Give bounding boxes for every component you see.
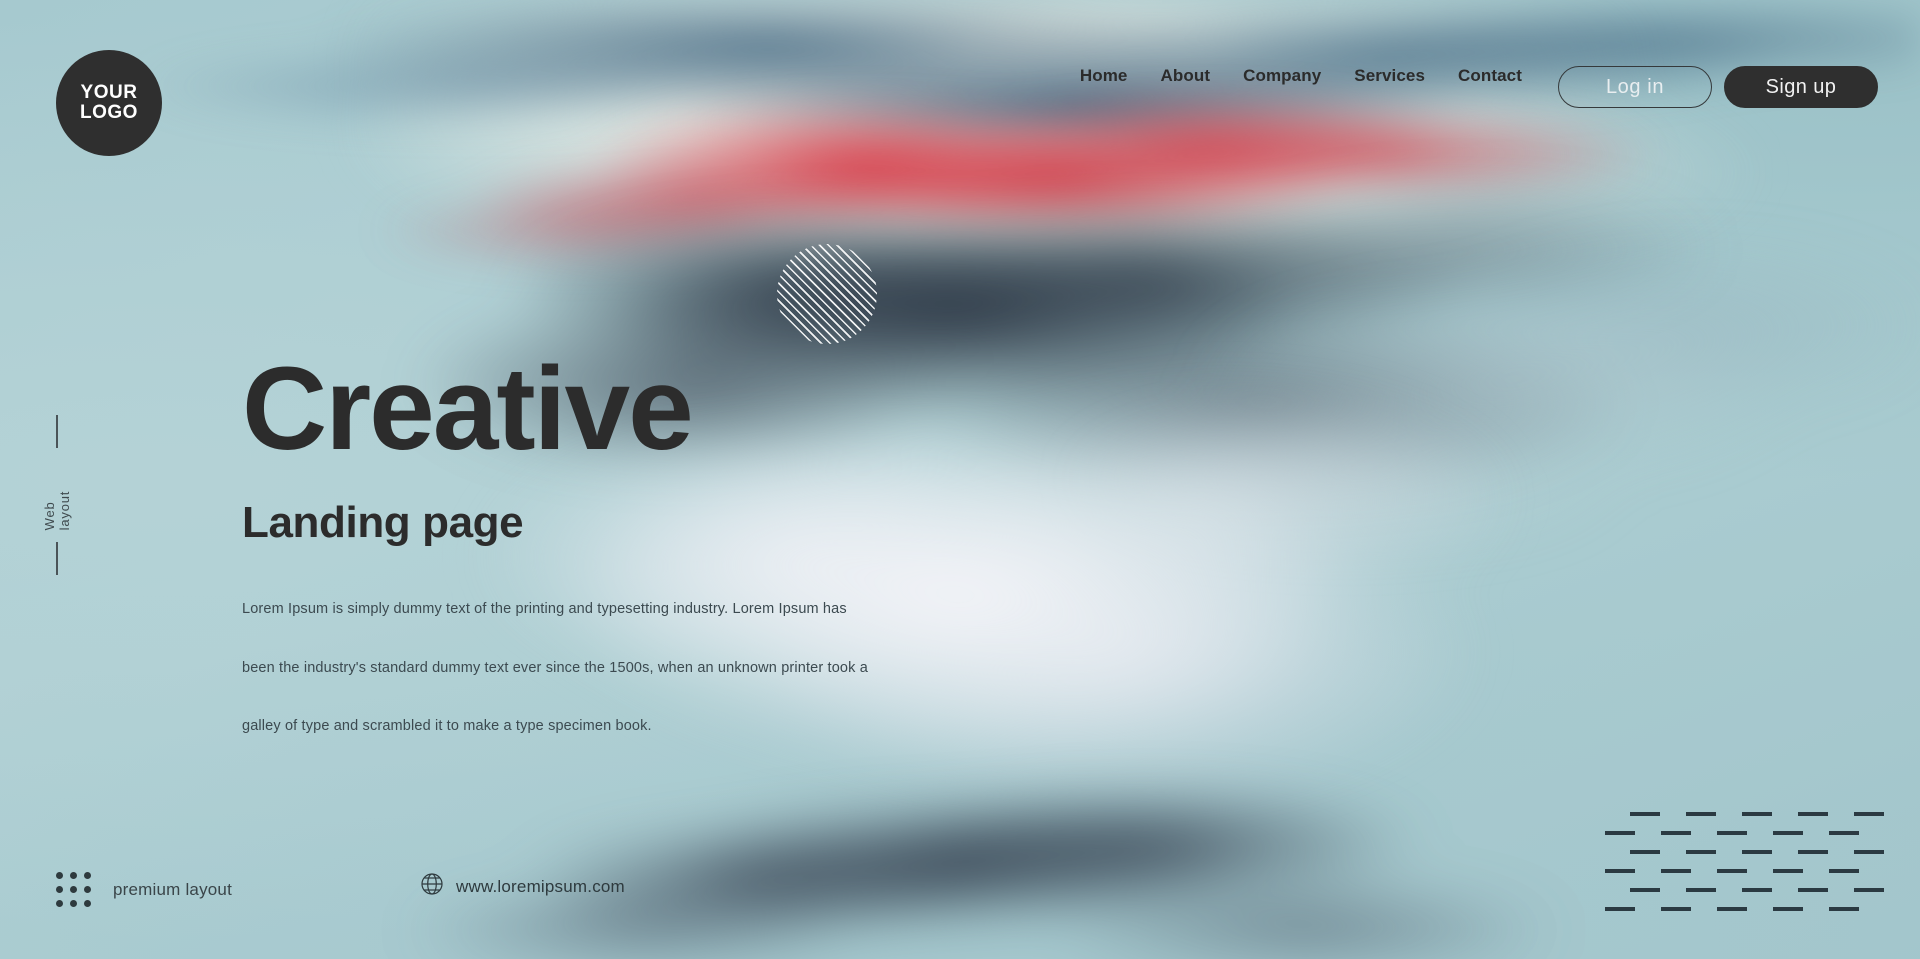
hero-paragraph-1: Lorem Ipsum is simply dummy text of the … bbox=[242, 601, 847, 617]
logo[interactable]: YOUR LOGO bbox=[56, 50, 162, 156]
landing-page-canvas: YOUR LOGO Home About Company Services Co… bbox=[0, 0, 1920, 959]
side-label-text: Web layout bbox=[42, 490, 72, 531]
dash-pattern-decoration bbox=[1605, 812, 1884, 911]
website-link[interactable]: www.loremipsum.com bbox=[420, 872, 625, 901]
dash-row bbox=[1630, 850, 1884, 854]
striped-circle-icon bbox=[777, 244, 877, 344]
signup-button[interactable]: Sign up bbox=[1724, 66, 1878, 108]
dash-row bbox=[1605, 907, 1884, 911]
nav-item-company[interactable]: Company bbox=[1243, 66, 1321, 86]
premium-layout-label: premium layout bbox=[113, 879, 233, 899]
login-button[interactable]: Log in bbox=[1558, 66, 1712, 108]
page-title: Creative bbox=[242, 343, 694, 475]
main-navigation: Home About Company Services Contact bbox=[1080, 66, 1522, 86]
dot-grid-icon bbox=[56, 872, 91, 907]
side-label-dash-bottom bbox=[56, 542, 58, 575]
logo-line-2: LOGO bbox=[80, 102, 138, 123]
auth-button-group: Log in Sign up bbox=[1558, 66, 1878, 108]
page-subtitle: Landing page bbox=[242, 498, 524, 547]
globe-icon bbox=[420, 872, 444, 901]
dash-row bbox=[1605, 831, 1884, 835]
premium-layout-badge: premium layout bbox=[56, 872, 232, 907]
dash-row bbox=[1605, 869, 1884, 873]
website-url-label: www.loremipsum.com bbox=[456, 876, 625, 896]
side-label-dash-top bbox=[56, 415, 58, 448]
hero-section: Creative Landing page Lorem Ipsum is sim… bbox=[242, 350, 868, 778]
hero-paragraph-3: galley of type and scrambled it to make … bbox=[242, 718, 652, 734]
hero-paragraph-2: been the industry's standard dummy text … bbox=[242, 659, 868, 676]
dash-row bbox=[1630, 888, 1884, 892]
nav-item-contact[interactable]: Contact bbox=[1458, 66, 1522, 86]
hero-body-copy: Lorem Ipsum is simply dummy text of the … bbox=[242, 602, 868, 734]
logo-line-1: YOUR bbox=[80, 82, 138, 103]
nav-item-home[interactable]: Home bbox=[1080, 66, 1128, 86]
side-label: Web layout bbox=[42, 415, 72, 575]
nav-item-about[interactable]: About bbox=[1161, 66, 1211, 86]
dash-row bbox=[1630, 812, 1884, 816]
nav-item-services[interactable]: Services bbox=[1354, 66, 1425, 86]
